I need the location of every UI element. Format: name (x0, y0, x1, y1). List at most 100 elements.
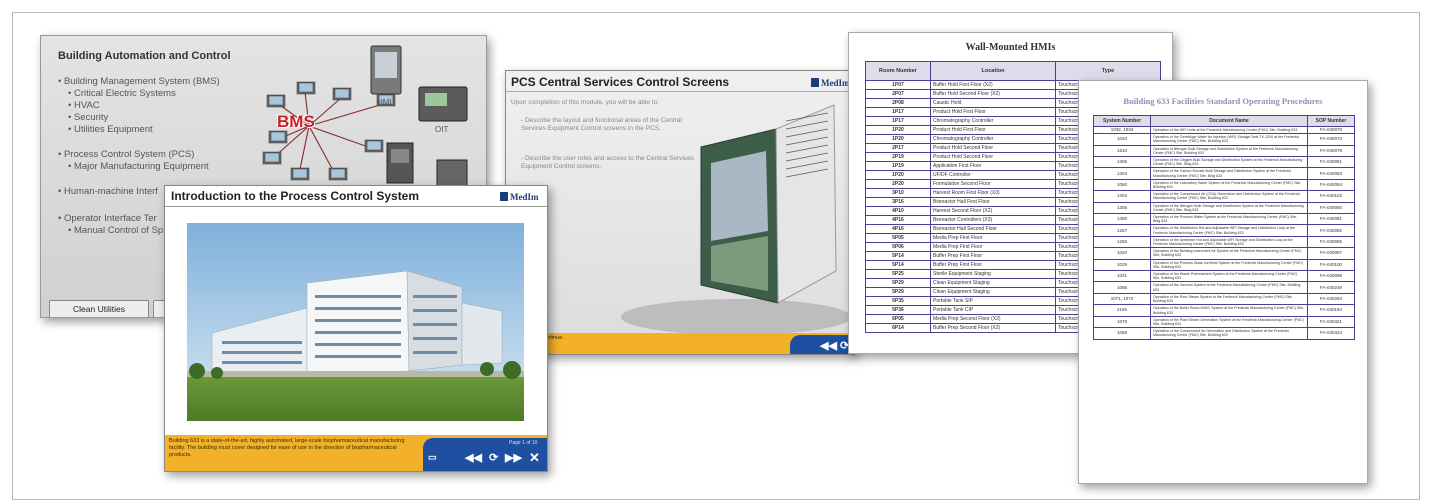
table-cell: 2P19 (865, 152, 931, 162)
table-cell: FA-040102 (1307, 190, 1355, 203)
table-cell: 1029 (1093, 258, 1151, 272)
table-cell: FA-040082 (1307, 224, 1355, 237)
column-header: Type (1055, 61, 1161, 81)
table-cell: Portable Tank SIP (930, 296, 1056, 306)
table-cell: 3P16 (865, 197, 931, 207)
caption-text: Building 633 is a state-of-the-art, high… (169, 438, 405, 458)
table-row: 1031 Operation of the Waste Pretreatment … (1093, 270, 1355, 283)
table-cell: 1020 (1093, 247, 1151, 260)
table-cell: 5P29 (865, 278, 931, 288)
table-cell: FA-040080 (1307, 201, 1355, 215)
table-cell: Portable Tank CIP (930, 305, 1056, 315)
table-cell: Operation of the Oxygen Bulk Storage and… (1150, 155, 1308, 169)
table-cell: FA-040194 (1307, 304, 1355, 317)
table-cell: 1305 (1093, 201, 1151, 215)
table-cell: FA-040100 (1307, 258, 1355, 272)
table-cell: Product Hold First Floor (930, 125, 1056, 135)
table-cell: 5P35 (865, 296, 931, 306)
intro-slide-title: Introduction to the Process Control Syst… (171, 189, 420, 203)
table-row: 1256 Operation of the Upstream Hot and Ad… (1093, 235, 1355, 249)
table-cell: Operation of the Boiler Room HVAC System… (1150, 304, 1308, 317)
table-cell: 4P16 (865, 215, 931, 225)
table-cell: Media Prep First Floor (930, 233, 1056, 243)
table-cell: Operation of Nitrogen Bulk Storage and D… (1150, 144, 1308, 158)
table-cell: 1032, 1034 (1093, 125, 1151, 135)
oit-label: OIT (435, 125, 449, 134)
column-header: SOP Number (1307, 115, 1355, 127)
table-cell: 1P07 (865, 80, 931, 90)
plc-cabinet-icon (386, 142, 414, 184)
clean-utilities-button[interactable]: Clean Utilities (49, 300, 149, 317)
table-cell: Caustic Hold (930, 98, 1056, 108)
table-cell: FA-040070 (1307, 125, 1355, 135)
table-cell: FA-040324 (1307, 327, 1355, 340)
table-cell: 1403 (1093, 190, 1151, 203)
table-row: 1510 Operation of Nitrogen Bulk Storage a… (1093, 144, 1355, 158)
rewind-icon[interactable]: ◀◀ (465, 451, 482, 464)
table-cell: 1071, 1072 (1093, 292, 1151, 306)
replay-icon[interactable]: ⟳ (489, 451, 498, 464)
table-cell: 5P14 (865, 251, 931, 261)
table-cell: Operation of the Process Water System at… (1150, 213, 1308, 226)
table-cell: 5P06 (865, 242, 931, 252)
table-cell: 1P20 (865, 170, 931, 180)
table-cell: Buffer Prep First Floor (930, 251, 1056, 261)
table-cell: FA-040079 (1307, 144, 1355, 158)
table-cell: Bioreactor Controllers (X3) (930, 215, 1056, 225)
table-cell: 1060 (1093, 178, 1151, 192)
menu-button[interactable]: ▭ (428, 452, 437, 463)
table-row: 1403 Operation of the Compressed Air (CDA… (1093, 190, 1355, 203)
table-cell: 6P05 (865, 314, 931, 324)
table-cell: Operation of the Centrifuge Water for In… (1150, 133, 1308, 146)
table-cell: UF/DF Controller (930, 170, 1056, 180)
table-cell: 1510 (1093, 144, 1151, 158)
table-cell: Harvest Room First Floor (X3) (930, 188, 1056, 198)
table-cell: Formulation Second Floor (930, 179, 1056, 189)
control-screen-illustration (621, 104, 851, 335)
table-cell: Clean Equipment Staging (930, 278, 1056, 288)
table-cell: Clean Equipment Staging (930, 287, 1056, 297)
table-cell: 1P20 (865, 125, 931, 135)
table-cell: Harvest Second Floor (X2) (930, 206, 1056, 216)
sop-document-title: Building 633 Facilities Standard Operati… (1123, 96, 1323, 106)
close-icon[interactable]: ✕ (529, 450, 540, 466)
table-cell: 1400 (1093, 213, 1151, 226)
bullet: • Critical Electric Systems (68, 88, 176, 99)
building-photo (187, 223, 524, 421)
sop-table: System Number Document Name SOP Number 1… (1093, 115, 1355, 340)
table-cell: Operation of the Carbon Dioxide Bulk Sto… (1150, 167, 1308, 180)
fast-forward-icon[interactable]: ▶▶ (505, 451, 522, 464)
table-cell: 6P14 (865, 323, 931, 333)
table-cell: 5P14 (865, 260, 931, 270)
table-cell: Operation of the Compressed Air Generati… (1150, 327, 1308, 340)
table-cell: Product Hold Second Floor (930, 152, 1056, 162)
rewind-icon[interactable]: ◀◀ (820, 339, 837, 352)
table-cell: Buffer Hold First Floor (X2) (930, 80, 1056, 90)
bms-slide-title: Building Automation and Control (58, 50, 231, 62)
table-cell: 1078 (1093, 315, 1151, 329)
table-cell: 4P16 (865, 224, 931, 234)
table-cell: FA-040097 (1307, 247, 1355, 260)
table-cell: 5P36 (865, 305, 931, 315)
table-cell: Operation of the Upstream Hot and Adjust… (1150, 235, 1308, 249)
table-cell: 5P29 (865, 287, 931, 297)
table-cell: Operation of the Vacuum System at the Fr… (1150, 281, 1308, 294)
column-header: System Number (1093, 115, 1151, 127)
table-cell: 1256 (1093, 235, 1151, 249)
table-cell: FA-040264 (1307, 292, 1355, 306)
table-row: 1068 Operation of the Compressed Air Gene… (1093, 327, 1355, 340)
table-cell: FA-040085 (1307, 235, 1355, 249)
table-cell: Bioreactor Hall Second Floor (930, 224, 1056, 234)
hmi-panel-icon (370, 45, 402, 95)
column-header: Document Name (1150, 115, 1308, 127)
table-row: 1060 Operation of the Laboratory Water Sy… (1093, 178, 1355, 192)
bullet: • Major Manufacturing Equipment (68, 161, 209, 172)
table-cell: 3P10 (865, 188, 931, 198)
table-cell: FA-040081 (1307, 155, 1355, 169)
table-cell: Operation of the Plant Steam Generation … (1150, 315, 1308, 329)
table-cell: 4P10 (865, 206, 931, 216)
table-cell: FA-040081 (1307, 213, 1355, 226)
table-cell: Operation of the Waste Pretreatment Syst… (1150, 270, 1308, 283)
medimmune-logo: MedIm (500, 192, 539, 202)
table-row: 1078 Operation of the Plant Steam Generat… (1093, 315, 1355, 329)
